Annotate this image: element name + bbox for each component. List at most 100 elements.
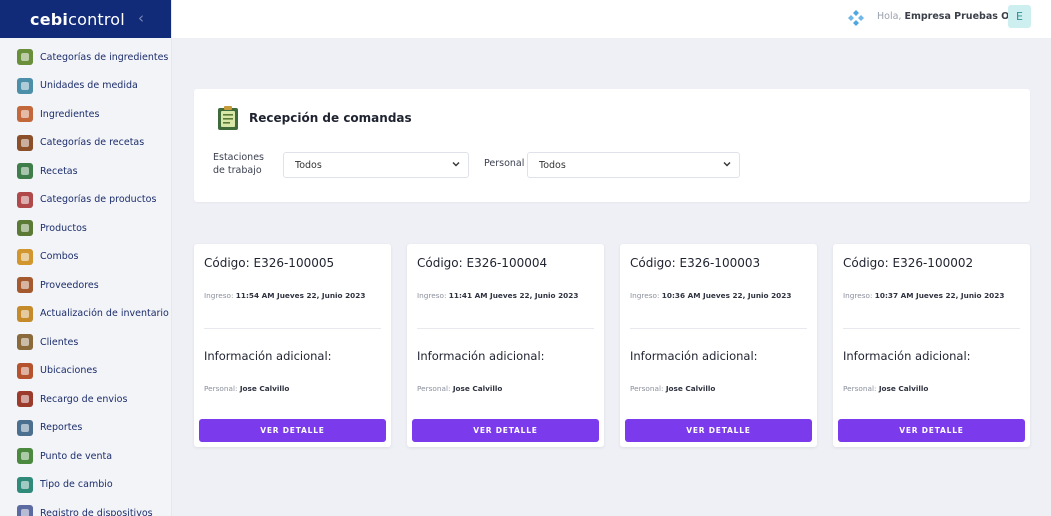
info-title: Información adicional: (417, 349, 545, 363)
suppliers-icon (17, 277, 33, 294)
divider (843, 328, 1020, 329)
product-categories-icon (17, 191, 33, 208)
personal-value: Jose Calvillo (878, 384, 929, 393)
sidebar-item-label: Combos (40, 251, 79, 263)
ver-detalle-button[interactable]: VER DETALLE (838, 419, 1025, 442)
order-ingreso: Ingreso: 11:41 AM Jueves 22, Junio 2023 (417, 291, 578, 300)
sidebar-item-label: Reportes (40, 422, 83, 434)
collapse-sidebar-icon[interactable]: ‹ (138, 9, 144, 27)
order-code: Código: E326-100004 (417, 256, 548, 270)
logo-rest: control (68, 9, 125, 29)
logo-bold: ebi (39, 9, 69, 29)
ingreso-value: 10:37 AM Jueves 22, Junio 2023 (874, 291, 1005, 300)
order-card: Código: E326-100002 Ingreso: 10:37 AM Ju… (833, 244, 1030, 447)
ingredients-icon (17, 106, 33, 123)
order-code: Código: E326-100002 (843, 256, 974, 270)
estaciones-select[interactable]: Todos (283, 152, 469, 178)
topbar: Hola, Empresa Pruebas Omar E (172, 0, 1051, 38)
sidebar-item-locations[interactable]: Ubicaciones (0, 357, 171, 386)
divider (417, 328, 594, 329)
personal-label: Personal (484, 158, 525, 169)
ingreso-value: 11:41 AM Jueves 22, Junio 2023 (448, 291, 579, 300)
sidebar-item-device-register[interactable]: Registro de dispositivos (0, 499, 171, 516)
sidebar-item-shipping-surcharge[interactable]: Recargo de envios (0, 385, 171, 414)
sidebar-item-label: Productos (40, 222, 87, 234)
order-card: Código: E326-100005 Ingreso: 11:54 AM Ju… (194, 244, 391, 447)
info-title: Información adicional: (204, 349, 332, 363)
combos-icon (17, 248, 33, 265)
sidebar-item-reports[interactable]: Reportes (0, 414, 171, 443)
order-ingreso: Ingreso: 10:36 AM Jueves 22, Junio 2023 (630, 291, 791, 300)
ingreso-label: Ingreso: (843, 291, 873, 300)
filters-panel: Recepción de comandas Estaciones de trab… (194, 89, 1030, 202)
recipes-icon (17, 163, 33, 180)
personal-select-value: Todos (539, 159, 566, 171)
ver-detalle-button[interactable]: VER DETALLE (199, 419, 386, 442)
avatar[interactable]: E (1008, 5, 1031, 28)
greeting-prefix: Hola, (877, 11, 902, 22)
sidebar-item-label: Categorías de recetas (40, 137, 145, 149)
ingreso-value: 11:54 AM Jueves 22, Junio 2023 (235, 291, 366, 300)
chevron-down-icon (723, 162, 731, 167)
personal-value: Jose Calvillo (452, 384, 503, 393)
personal-label: Personal: (204, 384, 238, 393)
clipboard-icon (218, 106, 238, 130)
order-card: Código: E326-100004 Ingreso: 11:41 AM Ju… (407, 244, 604, 447)
sidebar-item-label: Tipo de cambio (40, 479, 113, 491)
point-of-sale-icon (17, 448, 33, 465)
personal-label: Personal: (630, 384, 664, 393)
inventory-update-icon (17, 305, 33, 322)
reports-icon (17, 419, 33, 436)
sidebar-item-products[interactable]: Productos (0, 214, 171, 243)
ingreso-label: Ingreso: (630, 291, 660, 300)
sidebar-item-label: Punto de venta (40, 450, 113, 462)
info-title: Información adicional: (630, 349, 758, 363)
brand-header: c ebi control ‹ (0, 0, 171, 38)
order-code: Código: E326-100005 (204, 256, 335, 270)
recipe-categories-icon (17, 134, 33, 151)
estaciones-select-value: Todos (295, 159, 322, 171)
ingreso-label: Ingreso: (204, 291, 234, 300)
ingreso-label: Ingreso: (417, 291, 447, 300)
sidebar-item-combos[interactable]: Combos (0, 243, 171, 272)
order-personal: Personal: Jose Calvillo (630, 384, 715, 393)
clients-icon (17, 334, 33, 351)
order-code: Código: E326-100003 (630, 256, 761, 270)
sidebar-nav: Categorías de ingredientes Unidades de m… (0, 38, 171, 516)
sidebar-item-clients[interactable]: Clientes (0, 328, 171, 357)
ver-detalle-button[interactable]: VER DETALLE (625, 419, 812, 442)
brand-logo[interactable]: c ebi control (30, 10, 125, 29)
sidebar-item-label: Actualización de inventario (40, 308, 169, 320)
sidebar-item-point-of-sale[interactable]: Punto de venta (0, 442, 171, 471)
sidebar-item-label: Categorías de ingredientes (40, 51, 169, 63)
order-personal: Personal: Jose Calvillo (417, 384, 502, 393)
exchange-rate-icon (17, 476, 33, 493)
sidebar-item-recipes[interactable]: Recetas (0, 157, 171, 186)
ver-detalle-button[interactable]: VER DETALLE (412, 419, 599, 442)
order-ingreso: Ingreso: 10:37 AM Jueves 22, Junio 2023 (843, 291, 1004, 300)
sidebar: c ebi control ‹ Categorías de ingredientes… (0, 0, 172, 516)
sidebar-item-suppliers[interactable]: Proveedores (0, 271, 171, 300)
sidebar-item-label: Categorías de productos (40, 194, 157, 206)
sidebar-item-exchange-rate[interactable]: Tipo de cambio (0, 471, 171, 500)
sidebar-item-label: Ubicaciones (40, 365, 98, 377)
diamond-logo-icon (848, 10, 864, 26)
products-icon (17, 220, 33, 237)
order-personal: Personal: Jose Calvillo (843, 384, 928, 393)
chevron-down-icon (452, 162, 460, 167)
sidebar-item-ingredients[interactable]: Ingredientes (0, 100, 171, 129)
sidebar-item-label: Unidades de medida (40, 80, 138, 92)
order-card: Código: E326-100003 Ingreso: 10:36 AM Ju… (620, 244, 817, 447)
order-personal: Personal: Jose Calvillo (204, 384, 289, 393)
sidebar-item-ingredient-categories[interactable]: Categorías de ingredientes (0, 43, 171, 72)
sidebar-item-label: Recargo de envios (40, 393, 128, 405)
sidebar-item-product-categories[interactable]: Categorías de productos (0, 186, 171, 215)
sidebar-item-recipe-categories[interactable]: Categorías de recetas (0, 129, 171, 158)
sidebar-item-measure-units[interactable]: Unidades de medida (0, 72, 171, 101)
personal-select[interactable]: Todos (527, 152, 740, 178)
estaciones-label: Estaciones de trabajo (213, 152, 264, 176)
device-register-icon (17, 505, 33, 516)
sidebar-item-inventory-update[interactable]: Actualización de inventario (0, 300, 171, 329)
measure-units-icon (17, 77, 33, 94)
info-title: Información adicional: (843, 349, 971, 363)
